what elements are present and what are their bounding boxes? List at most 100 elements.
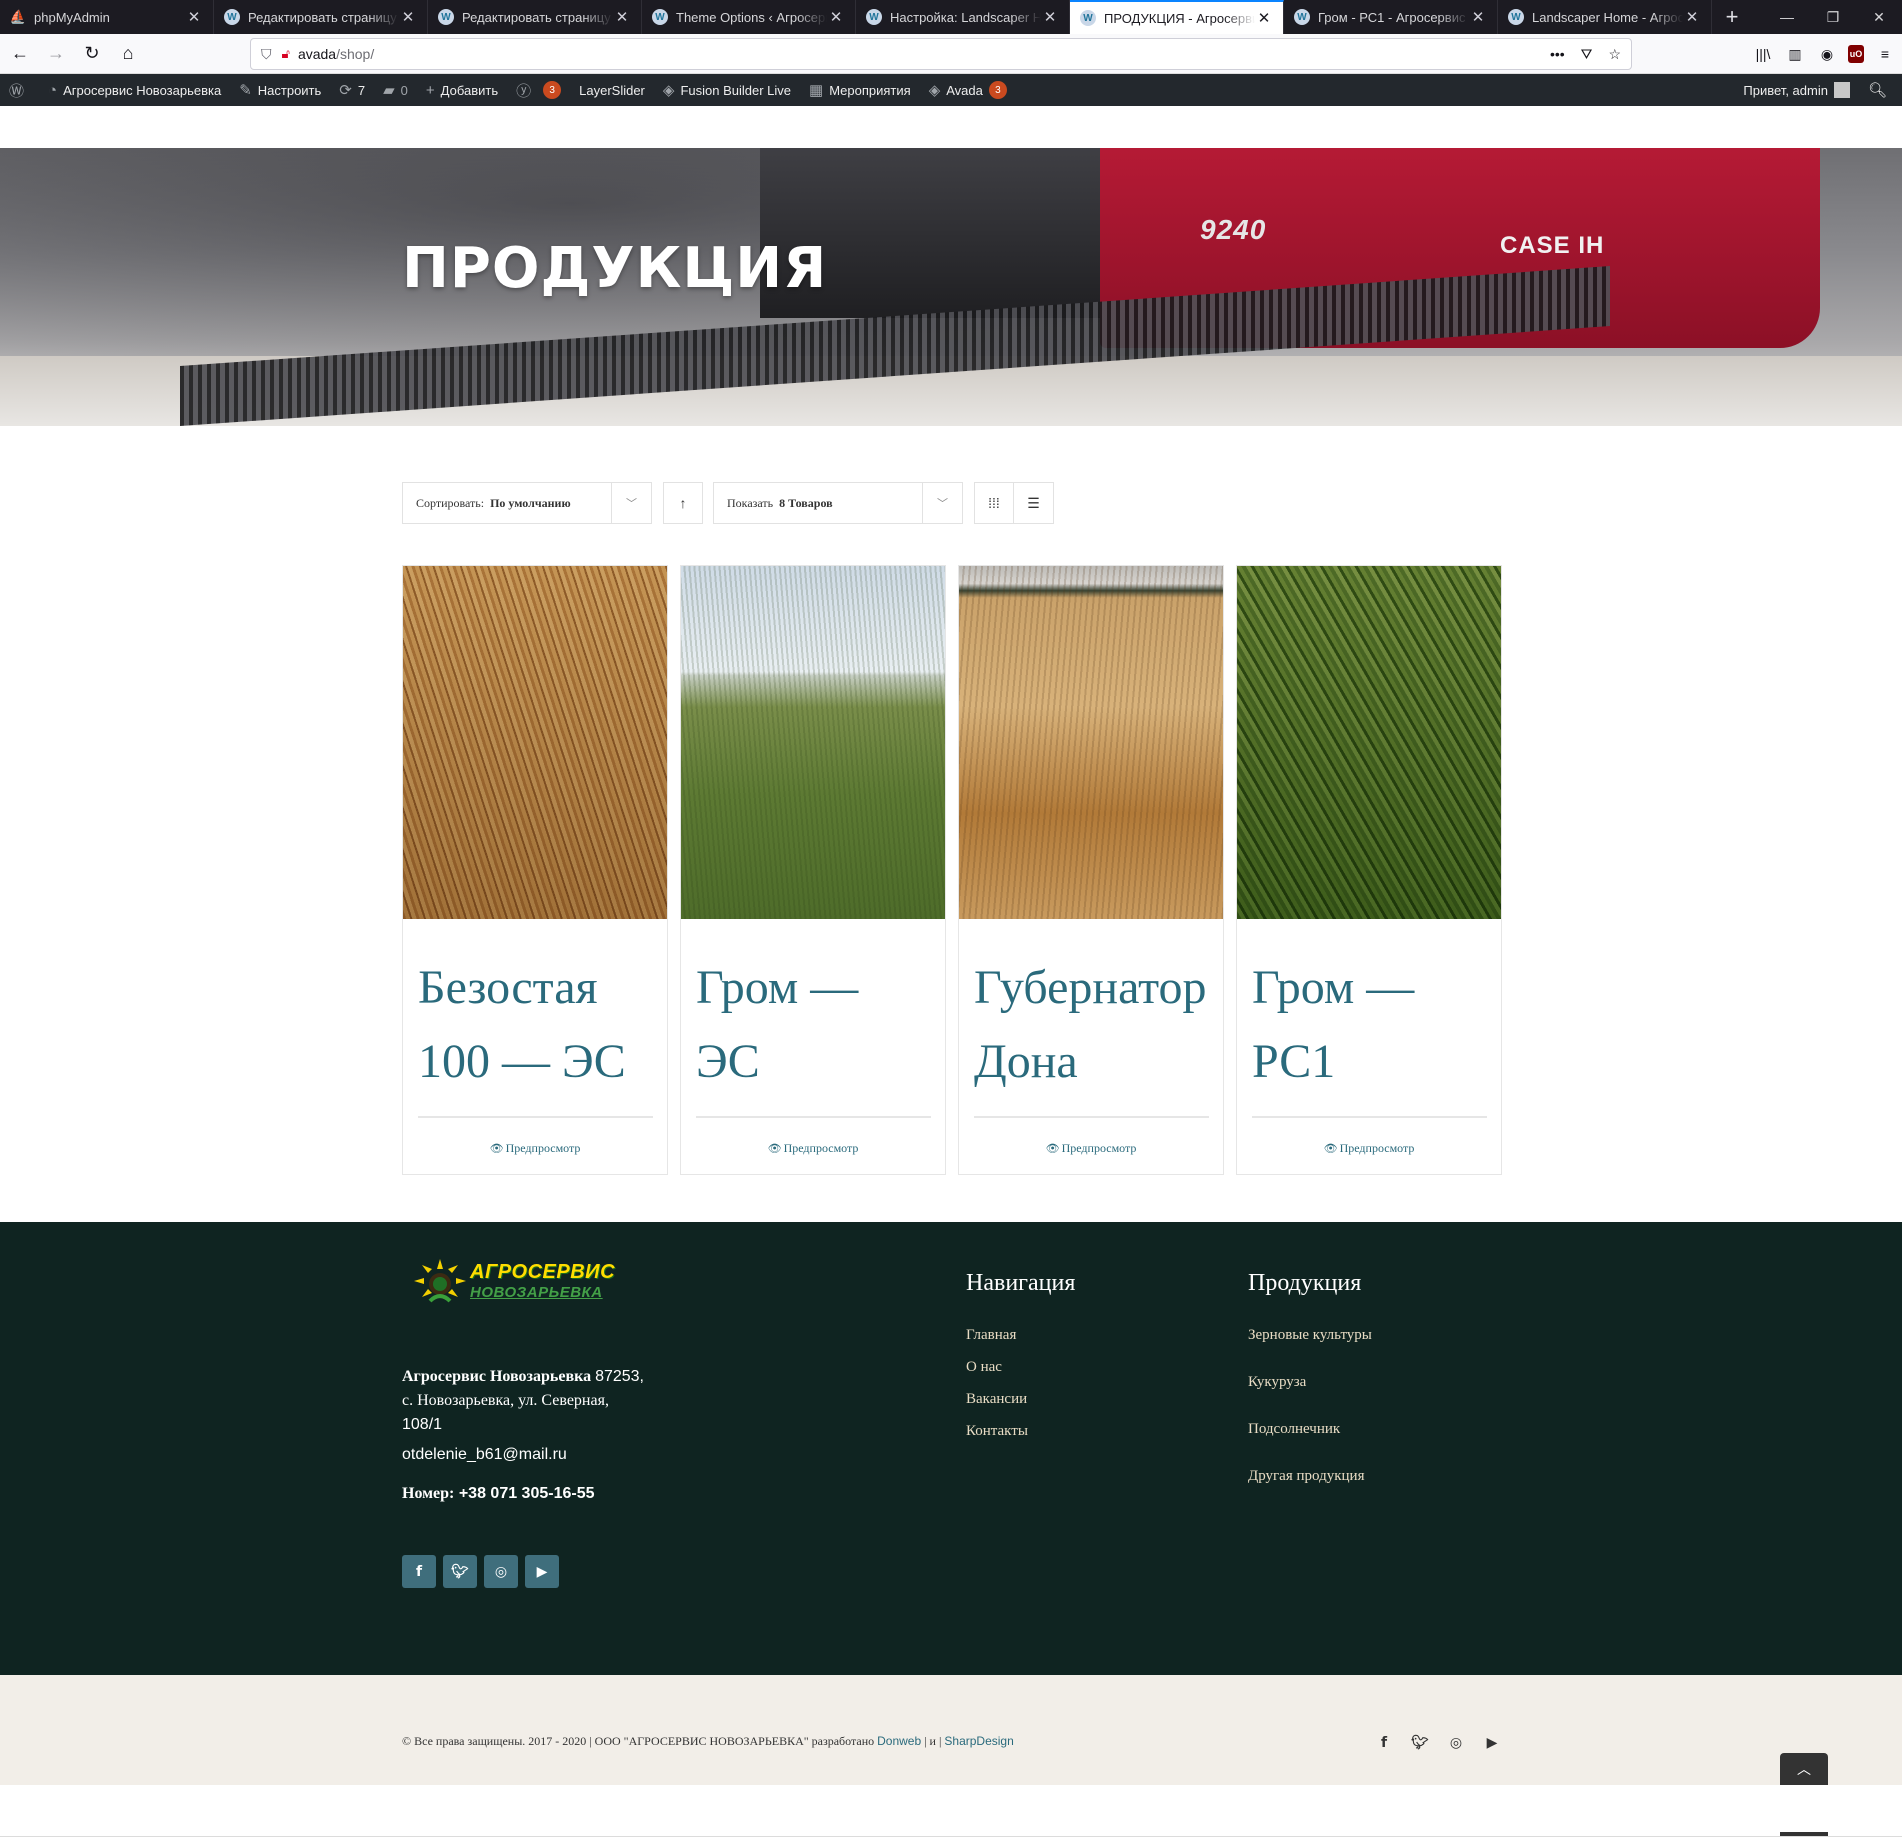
admin-search[interactable]: 🔍︎ — [1859, 74, 1902, 106]
donweb-link[interactable]: Donweb — [877, 1734, 921, 1748]
footer-phone[interactable]: Номер: +38 071 305-16-55 — [402, 1485, 595, 1503]
fusion-builder-link[interactable]: ◈ Fusion Builder Live — [654, 74, 800, 106]
library-icon[interactable]: |||\ — [1752, 38, 1774, 70]
close-tab-icon[interactable]: ✕ — [399, 8, 417, 26]
youtube-icon[interactable]: ▶ — [525, 1555, 559, 1588]
facebook-icon[interactable]: f — [402, 1555, 436, 1588]
twitter-icon[interactable]: 🐦︎ — [1411, 1735, 1429, 1751]
product-card: Губернатор Дона 👁︎ Предпросмотр — [958, 565, 1224, 1175]
account-icon[interactable]: ◉ — [1816, 38, 1838, 70]
browser-tab[interactable]: W Гром - РС1 - Агросервис Н ✕ — [1284, 0, 1498, 34]
sidebar-icon[interactable]: ▥ — [1784, 38, 1806, 70]
insecure-lock-icon[interactable]: 🔓︎ — [282, 46, 290, 62]
events-menu[interactable]: ▦ Мероприятия — [800, 74, 920, 106]
browser-tab[interactable]: W Редактировать страницу ‹ Агросервис ✕ — [214, 0, 428, 34]
quick-view-link[interactable]: 👁︎ Предпросмотр — [403, 1141, 667, 1156]
ublock-icon[interactable]: uO — [1848, 45, 1864, 63]
product-image[interactable] — [959, 566, 1223, 919]
layerslider-menu[interactable]: LayerSlider — [570, 74, 654, 106]
browser-tab[interactable]: ⛵ phpMyAdmin ✕ — [0, 0, 214, 34]
forward-button[interactable]: → — [40, 38, 72, 70]
minimize-icon[interactable]: — — [1764, 0, 1810, 34]
quick-view-link[interactable]: 👁︎ Предпросмотр — [959, 1141, 1223, 1156]
close-tab-icon[interactable]: ✕ — [827, 8, 845, 26]
footer-link-vacancies[interactable]: Вакансии — [966, 1391, 1075, 1408]
close-tab-icon[interactable]: ✕ — [1469, 8, 1487, 26]
footer-email[interactable]: otdelenie_b61@mail.ru — [402, 1446, 567, 1464]
fusion-builder-label: Fusion Builder Live — [680, 82, 791, 98]
address-line: с. Новозарьевка, ул. Северная, — [402, 1392, 609, 1409]
product-image[interactable] — [403, 566, 667, 919]
home-button[interactable]: ⌂ — [112, 38, 144, 70]
url-bar[interactable]: ⛉ 🔓︎ avada/shop/ ••• ⛛ ☆ — [250, 38, 1632, 70]
footer-link-other[interactable]: Другая продукция — [1248, 1468, 1372, 1485]
wp-logo-menu[interactable]: Ⓦ — [0, 74, 39, 106]
browser-tab[interactable]: W Theme Options ‹ Агросервис ✕ — [642, 0, 856, 34]
footer-link-about[interactable]: О нас — [966, 1359, 1075, 1376]
layerslider-label: LayerSlider — [579, 82, 645, 98]
browser-tab[interactable]: W Редактировать страницу ‹ Агросервис ✕ — [428, 0, 642, 34]
instagram-icon[interactable]: ◎ — [484, 1555, 518, 1588]
company-name: Агросервис Новозарьевка — [402, 1368, 592, 1385]
product-image[interactable] — [681, 566, 945, 919]
back-button[interactable]: ← — [4, 38, 36, 70]
list-view-button[interactable]: ☰ — [1014, 482, 1054, 524]
my-account-menu[interactable]: Привет, admin — [1734, 74, 1859, 106]
close-tab-icon[interactable]: ✕ — [1041, 8, 1059, 26]
bookmark-star-icon[interactable]: ☆ — [1608, 46, 1621, 63]
reload-button[interactable]: ↻ — [76, 38, 108, 70]
footer-logo[interactable]: АГРОСЕРВИС НОВОЗАРЬЕВКА — [412, 1257, 615, 1307]
tracking-shield-icon[interactable]: ⛉ — [261, 46, 272, 63]
quick-view-label: Предпросмотр — [505, 1141, 581, 1155]
footer-link-grain[interactable]: Зерновые культуры — [1248, 1327, 1372, 1344]
restore-icon[interactable]: ❐ — [1810, 0, 1856, 34]
sort-select[interactable]: Сортировать: По умолчанию ﹀ — [402, 482, 652, 524]
product-image[interactable] — [1237, 566, 1501, 919]
pocket-icon[interactable]: ⛛ — [1581, 46, 1593, 63]
browser-tab[interactable]: W Настройка: Landscaper Home ✕ — [856, 0, 1070, 34]
twitter-icon[interactable]: 🐦︎ — [443, 1555, 477, 1588]
product-title[interactable]: Гром — ЭС — [696, 951, 941, 1099]
add-new-menu[interactable]: + Добавить — [417, 74, 507, 106]
yoast-menu[interactable]: ⓨ 3 — [507, 74, 570, 106]
per-page-select[interactable]: Показать 8 Товаров ﹀ — [713, 482, 963, 524]
avatar — [1833, 82, 1850, 98]
comments-link[interactable]: ▰ 0 — [374, 74, 417, 106]
wordpress-icon: W — [224, 9, 240, 25]
menu-icon[interactable]: ≡ — [1874, 38, 1896, 70]
grid-view-button[interactable]: ⁞⁞⁞ — [974, 482, 1014, 524]
product-title[interactable]: Губернатор Дона — [974, 951, 1219, 1099]
page-actions-icon[interactable]: ••• — [1550, 46, 1565, 63]
sharpdesign-link[interactable]: SharpDesign — [944, 1734, 1013, 1748]
product-title[interactable]: Безостая 100 — ЭС — [418, 951, 663, 1099]
wordpress-icon: W — [1294, 9, 1310, 25]
browser-tab-strip: ⛵ phpMyAdmin ✕ W Редактировать страницу … — [0, 0, 1902, 34]
facebook-icon[interactable]: f — [1376, 1735, 1392, 1751]
close-tab-icon[interactable]: ✕ — [1683, 8, 1701, 26]
site-name-menu[interactable]: ◔ Агросервис Новозарьевка — [39, 74, 230, 106]
close-tab-icon[interactable]: ✕ — [613, 8, 631, 26]
avada-menu[interactable]: ◈ Avada 3 — [920, 74, 1016, 106]
close-window-icon[interactable]: ✕ — [1856, 0, 1902, 34]
sort-direction-button[interactable]: ↑ — [663, 482, 703, 524]
back-to-top-button[interactable]: ︿ — [1780, 1753, 1828, 1785]
youtube-icon[interactable]: ▶ — [1484, 1735, 1500, 1751]
instagram-icon[interactable]: ◎ — [1448, 1735, 1464, 1751]
footer-link-sunflower[interactable]: Подсолнечник — [1248, 1421, 1372, 1438]
footer-link-corn[interactable]: Кукуруза — [1248, 1374, 1372, 1391]
product-title[interactable]: Гром — РС1 — [1252, 951, 1497, 1099]
per-page-label-text: Показать — [727, 495, 774, 510]
updates-count: 7 — [357, 82, 366, 98]
updates-link[interactable]: ⟳ 7 — [330, 74, 374, 106]
close-tab-icon[interactable]: ✕ — [185, 8, 203, 26]
close-tab-icon[interactable]: ✕ — [1255, 9, 1273, 27]
footer-link-contacts[interactable]: Контакты — [966, 1423, 1075, 1440]
footer-link-home[interactable]: Главная — [966, 1327, 1075, 1344]
customize-link[interactable]: ✎ Настроить — [230, 74, 330, 106]
browser-tab-active[interactable]: W ПРОДУКЦИЯ - Агросервис ✕ — [1070, 0, 1284, 34]
quick-view-link[interactable]: 👁︎ Предпросмотр — [681, 1141, 945, 1156]
new-tab-button[interactable]: + — [1712, 0, 1752, 34]
phone-number: +38 071 305-16-55 — [458, 1485, 595, 1502]
quick-view-link[interactable]: 👁︎ Предпросмотр — [1237, 1141, 1501, 1156]
browser-tab[interactable]: W Landscaper Home - Агросер ✕ — [1498, 0, 1712, 34]
